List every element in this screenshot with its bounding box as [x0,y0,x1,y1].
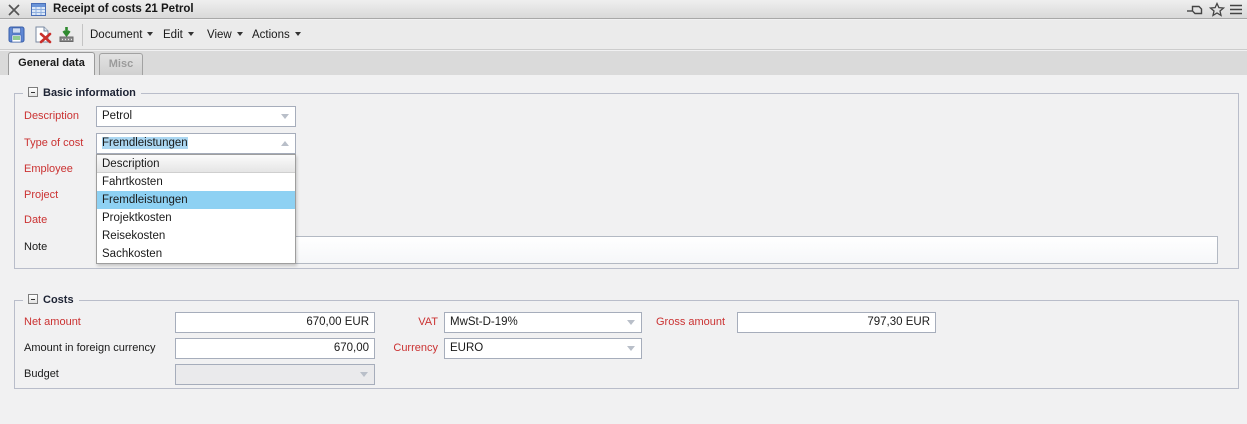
note-label: Note [24,241,48,253]
receipt-document-icon [31,3,46,16]
toolbar: Document Edit View Actions [0,20,1247,50]
menu-document[interactable]: Document [90,20,154,50]
dropdown-option-selected[interactable]: Fremdleistungen [97,191,295,209]
budget-field[interactable] [175,364,375,385]
foreign-amount-label: Amount in foreign currency [24,342,156,354]
description-field[interactable]: Petrol [96,106,296,127]
menu-edit[interactable]: Edit [163,20,194,50]
chevron-down-icon [236,32,243,36]
currency-label: Currency [393,342,438,354]
description-label: Description [24,110,80,122]
pin-icon[interactable] [1186,2,1204,17]
vat-field[interactable]: MwSt-D-19% [444,312,642,333]
dropdown-option[interactable]: Projektkosten [97,209,295,227]
vat-label: VAT [418,316,438,328]
dropdown-option[interactable]: Reisekosten [97,227,295,245]
net-amount-field[interactable]: 670,00 EUR [175,312,375,333]
general-data-panel: Basic information Description Petrol Typ… [0,75,1247,424]
window-titlebar: Receipt of costs 21 Petrol [0,0,1247,19]
menu-view[interactable]: View [207,20,243,50]
chevron-up-icon[interactable] [281,141,289,146]
import-icon[interactable] [58,26,76,44]
chevron-down-icon[interactable] [360,372,368,377]
tab-general-data[interactable]: General data [8,52,95,75]
menu-actions[interactable]: Actions [252,20,301,50]
window-title: Receipt of costs 21 Petrol [53,3,194,15]
chevron-down-icon [187,32,194,36]
type-of-cost-dropdown: Description Fahrtkosten Fremdleistungen … [96,154,296,264]
dropdown-option[interactable]: Sachkosten [97,245,295,263]
employee-label: Employee [24,163,73,175]
tab-misc[interactable]: Misc [99,53,143,75]
chevron-down-icon [294,32,301,36]
toolbar-separator [82,24,83,46]
favorite-star-icon[interactable] [1209,2,1225,17]
dropdown-option[interactable]: Fahrtkosten [97,173,295,191]
chevron-down-icon[interactable] [281,114,289,119]
project-label: Project [24,189,59,201]
collapse-icon[interactable] [28,294,38,304]
chevron-down-icon[interactable] [627,320,635,325]
net-amount-label: Net amount [24,316,81,328]
budget-label: Budget [24,368,59,380]
chevron-down-icon [147,32,154,36]
save-icon[interactable] [8,26,26,44]
window-menu-icon[interactable] [1229,2,1243,17]
gross-amount-label: Gross amount [656,316,726,328]
tab-bar: General data Misc [0,51,1247,75]
type-of-cost-field[interactable]: Fremdleistungen [96,133,296,154]
type-of-cost-label: Type of cost [24,137,84,149]
foreign-amount-field[interactable]: 670,00 [175,338,375,359]
dropdown-option-header[interactable]: Description [97,155,295,173]
currency-field[interactable]: EURO [444,338,642,359]
close-icon[interactable] [7,3,21,17]
costs-legend: Costs [23,293,79,308]
discard-document-icon[interactable] [34,26,52,44]
chevron-down-icon[interactable] [627,346,635,351]
gross-amount-field[interactable]: 797,30 EUR [737,312,936,333]
date-label: Date [24,214,48,226]
basic-information-legend: Basic information [23,86,141,101]
collapse-icon[interactable] [28,87,38,97]
